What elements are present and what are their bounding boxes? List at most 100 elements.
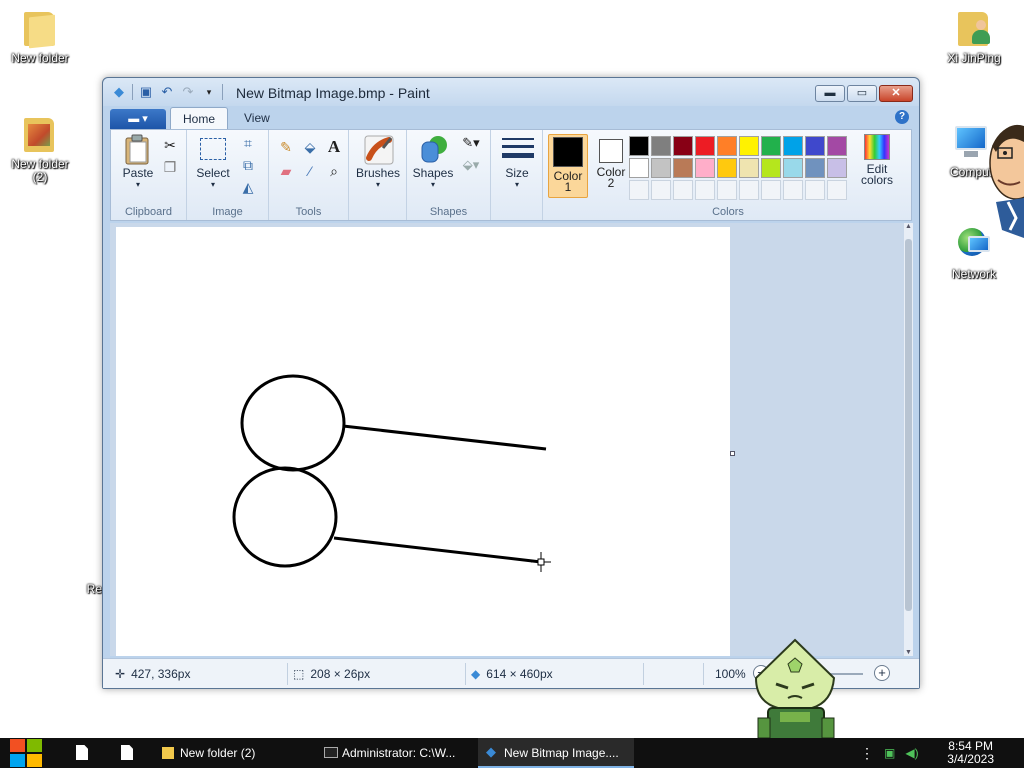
clock[interactable]: 8:54 PM 3/4/2023 [947, 740, 994, 766]
volume-icon[interactable]: ◀) [905, 746, 918, 760]
palette-swatch[interactable] [717, 158, 737, 178]
resize-icon[interactable]: ⧉ [239, 156, 257, 174]
palette-swatch-empty[interactable] [761, 180, 781, 200]
network-tray-icon[interactable]: ▣ [884, 746, 895, 760]
undo-icon[interactable]: ↶ [159, 84, 175, 100]
palette-swatch[interactable] [827, 158, 847, 178]
drawn-circle-bottom [232, 466, 338, 568]
customize-qat-icon[interactable]: ▾ [201, 84, 217, 100]
fill-style-icon[interactable]: ⬙▾ [457, 156, 485, 174]
palette-swatch-empty[interactable] [717, 180, 737, 200]
shapes-icon [418, 134, 448, 164]
text-icon[interactable]: A [323, 136, 345, 158]
taskbar: New folder (2) Administrator: C:\W... ◆ … [0, 738, 1024, 768]
task-new-folder-2[interactable]: New folder (2) [154, 738, 310, 768]
color-picker-icon[interactable]: ⁄ [299, 160, 321, 182]
pencil-icon[interactable]: ✎ [275, 136, 297, 158]
palette-swatch[interactable] [651, 136, 671, 156]
computer-icon [950, 120, 990, 162]
zoom-level: 100% [715, 667, 746, 681]
brushes-button[interactable]: Brushes ▾ [353, 134, 403, 190]
file-icon[interactable] [121, 745, 133, 760]
crop-icon[interactable]: ⌗ [239, 134, 257, 152]
title-bar[interactable]: ◆ ▣ ↶ ↷ ▾ New Bitmap Image.bmp - Paint ▬… [103, 78, 919, 106]
magnifier-icon[interactable]: ⌕ [323, 160, 345, 182]
eraser-icon[interactable]: ▰ [275, 160, 297, 182]
palette-swatch[interactable] [695, 158, 715, 178]
close-button[interactable]: ✕ [879, 85, 913, 102]
help-icon[interactable]: ? [895, 110, 909, 124]
redo-icon[interactable]: ↷ [180, 84, 196, 100]
select-icon [198, 134, 228, 164]
color2-button[interactable]: Color 2 [591, 134, 631, 198]
zoom-in-button[interactable]: + [874, 665, 890, 681]
outline-icon[interactable]: ✎▾ [457, 134, 485, 152]
palette-swatch[interactable] [695, 136, 715, 156]
palette-swatch-empty[interactable] [739, 180, 759, 200]
palette-swatch-empty[interactable] [651, 180, 671, 200]
desktop-icon-new-folder-2[interactable]: New folder (2) [0, 112, 80, 184]
canvas-resize-handle[interactable] [730, 451, 735, 456]
palette-swatch-empty[interactable] [673, 180, 693, 200]
palette-swatch[interactable] [739, 158, 759, 178]
desktop-icon-label: Xi JinPing [947, 51, 1001, 65]
palette-swatch[interactable] [827, 136, 847, 156]
paint-window[interactable]: ◆ ▣ ↶ ↷ ▾ New Bitmap Image.bmp - Paint ▬… [102, 77, 920, 689]
copy-icon[interactable]: ❐ [161, 158, 179, 176]
palette-swatch-empty[interactable] [805, 180, 825, 200]
desktop-icon-user-folder[interactable]: Xi JinPing [934, 6, 1014, 65]
canvas-area [110, 223, 904, 656]
vertical-scrollbar[interactable]: ▲ ▼ [904, 223, 913, 656]
palette-swatch[interactable] [717, 136, 737, 156]
minimize-button[interactable]: ▬ [815, 85, 845, 102]
palette-swatch[interactable] [761, 136, 781, 156]
image-size-icon: ◆ [471, 667, 481, 681]
maximize-button[interactable]: ▭ [847, 85, 877, 102]
paint-app-icon[interactable]: ◆ [111, 84, 127, 100]
palette-swatch[interactable] [761, 158, 781, 178]
image-group: Select ▾ ⌗ ⧉ ◭ Image [187, 130, 269, 220]
task-paint[interactable]: ◆ New Bitmap Image.... [478, 738, 634, 768]
paste-button[interactable]: Paste ▾ [117, 134, 159, 190]
desktop-icon-label: New folder [11, 51, 69, 65]
select-button[interactable]: Select ▾ [191, 134, 235, 190]
save-icon[interactable]: ▣ [138, 84, 154, 100]
clock-date: 3/4/2023 [947, 752, 994, 766]
palette-swatch[interactable] [805, 158, 825, 178]
palette-swatch[interactable] [629, 136, 649, 156]
palette-swatch[interactable] [629, 158, 649, 178]
color1-button[interactable]: Color 1 [548, 134, 588, 198]
size-button[interactable]: Size ▾ [497, 134, 537, 190]
scrollbar-thumb[interactable] [905, 239, 912, 611]
start-button[interactable] [10, 738, 44, 768]
desktop-icon-recycle-partial[interactable]: Re [62, 583, 102, 596]
crosshair-cursor-icon [531, 552, 551, 572]
rotate-icon[interactable]: ◭ [239, 178, 257, 196]
task-cmd[interactable]: Administrator: C:\W... [316, 738, 472, 768]
palette-swatch[interactable] [673, 158, 693, 178]
fill-icon[interactable]: ⬙ [299, 136, 321, 158]
tab-home[interactable]: Home [170, 107, 229, 129]
palette-swatch-empty[interactable] [695, 180, 715, 200]
shapes-button[interactable]: Shapes ▾ [411, 134, 455, 190]
palette-swatch-empty[interactable] [827, 180, 847, 200]
palette-swatch-empty[interactable] [629, 180, 649, 200]
desktop-icon-new-folder[interactable]: New folder [0, 6, 80, 65]
file-icon[interactable] [76, 745, 88, 760]
palette-swatch-empty[interactable] [783, 180, 803, 200]
palette-swatch[interactable] [783, 158, 803, 178]
drawing-canvas[interactable] [116, 227, 730, 656]
ribbon: Paste ▾ ✂ ❐ Clipboard Select ▾ ⌗ ⧉ ◭ Ima… [110, 129, 912, 221]
palette-swatch[interactable] [651, 158, 671, 178]
palette-swatch[interactable] [673, 136, 693, 156]
palette-swatch[interactable] [805, 136, 825, 156]
palette-swatch[interactable] [783, 136, 803, 156]
brushes-group: Brushes ▾ [349, 130, 407, 220]
palette-swatch[interactable] [739, 136, 759, 156]
paint-menu-button[interactable]: ▬ ▾ [110, 109, 166, 129]
edit-colors-button[interactable]: Edit colors [857, 134, 897, 186]
tab-view[interactable]: View [232, 107, 282, 129]
tray-overflow-icon[interactable]: ⋮ [860, 745, 874, 762]
cut-icon[interactable]: ✂ [161, 136, 179, 154]
clipboard-group: Paste ▾ ✂ ❐ Clipboard [111, 130, 187, 220]
